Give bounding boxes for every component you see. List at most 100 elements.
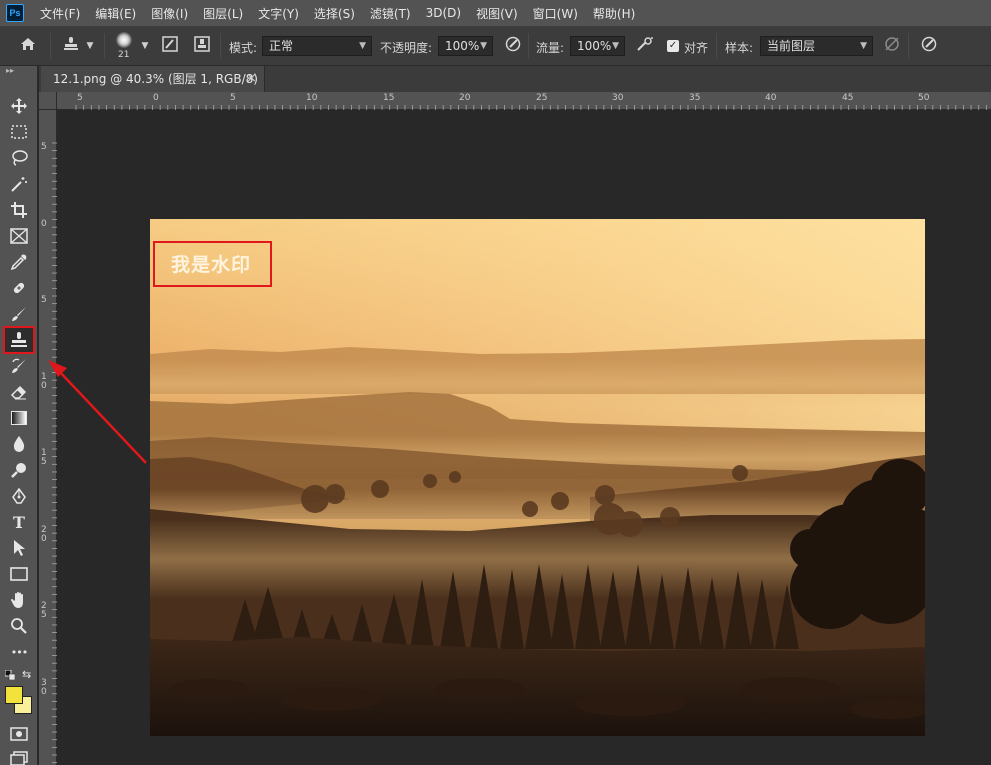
document-image[interactable] [150, 219, 925, 736]
lasso-tool[interactable] [5, 146, 33, 170]
separator [104, 33, 105, 59]
type-tool[interactable]: T [5, 510, 33, 534]
lasso-icon [12, 150, 28, 166]
pressure-size-icon[interactable] [918, 36, 940, 57]
opacity-label: 不透明度: [380, 41, 433, 55]
ruler-label: 5 [77, 93, 83, 103]
opacity-field[interactable]: 100% ▼ [438, 36, 493, 56]
dodge-tool[interactable] [5, 458, 33, 482]
move-icon [11, 98, 27, 114]
screen-mode-button[interactable] [5, 746, 33, 765]
foreground-color-swatch[interactable] [5, 686, 23, 704]
menu-edit[interactable]: 编辑(E) [95, 5, 136, 22]
menu-select[interactable]: 选择(S) [314, 5, 355, 22]
eraser-tool[interactable] [5, 380, 33, 404]
hand-tool[interactable] [5, 588, 33, 612]
aligned-checkbox[interactable]: ✓ [667, 40, 679, 52]
brush-preview-icon[interactable] [116, 32, 132, 48]
menu-layer[interactable]: 图层(L) [203, 5, 243, 22]
quick-mask-icon [10, 727, 28, 741]
ruler-label: 5 [41, 295, 47, 305]
brush-settings-icon[interactable] [159, 36, 181, 57]
clone-source-icon[interactable] [191, 36, 213, 57]
healing-brush-icon [13, 282, 25, 294]
horizontal-ruler[interactable]: 5 0 5 10 15 20 25 30 35 40 45 50 [57, 92, 991, 110]
pen-tool[interactable] [5, 484, 33, 508]
zoom-icon [11, 618, 27, 634]
frame-tool[interactable] [5, 224, 33, 248]
history-brush-icon [12, 358, 26, 373]
gradient-icon [11, 411, 27, 425]
brush-size: 21 [118, 50, 130, 60]
document-tab-bar: 12.1.png @ 40.3% (图层 1, RGB/8) × [39, 66, 991, 92]
mode-dropdown[interactable]: 正常 ▼ [262, 36, 372, 56]
eyedropper-icon [10, 254, 27, 271]
ruler-corner[interactable] [39, 92, 57, 110]
crop-tool[interactable] [5, 198, 33, 222]
swap-colors-icon[interactable]: ⇆ [22, 668, 31, 681]
chevron-down-icon[interactable]: ▼ [139, 36, 151, 56]
default-colors-icon[interactable] [4, 669, 16, 683]
ruler-label: 35 [689, 93, 701, 103]
separator [716, 33, 717, 59]
brush-tool[interactable] [5, 302, 33, 326]
chevron-down-icon: ▼ [860, 41, 867, 51]
separator [220, 33, 221, 59]
menu-file[interactable]: 文件(F) [40, 5, 80, 22]
more-tools-button[interactable]: ••• [5, 640, 33, 664]
menu-type[interactable]: 文字(Y) [258, 5, 299, 22]
rectangle-tool[interactable] [5, 562, 33, 586]
blur-tool[interactable] [5, 432, 33, 456]
ruler-label: 40 [765, 93, 777, 103]
document-tab[interactable]: 12.1.png @ 40.3% (图层 1, RGB/8) × [41, 66, 265, 92]
quick-mask-button[interactable] [5, 722, 33, 746]
opacity-value: 100% [445, 39, 480, 53]
document-tab-title: 12.1.png @ 40.3% (图层 1, RGB/8) [53, 72, 258, 86]
gradient-tool[interactable] [5, 406, 33, 430]
eraser-icon [10, 385, 27, 400]
clone-stamp-preset-icon[interactable] [60, 36, 82, 57]
ruler-label: 45 [842, 93, 854, 103]
ruler-label: 2 5 [41, 601, 47, 620]
pressure-opacity-icon[interactable] [502, 36, 524, 57]
menu-view[interactable]: 视图(V) [476, 5, 518, 22]
sample-value: 当前图层 [767, 39, 816, 53]
ruler-label: 50 [918, 93, 930, 103]
flow-label: 流量: [536, 41, 565, 55]
vertical-ruler-ticks [52, 142, 57, 764]
menu-filter[interactable]: 滤镜(T) [370, 5, 411, 22]
ruler-label: 5 [230, 93, 236, 103]
flow-field[interactable]: 100% ▼ [570, 36, 625, 56]
pen-icon [12, 487, 26, 504]
chevron-down-icon[interactable]: ▼ [84, 36, 96, 56]
ruler-label: 1 5 [41, 448, 47, 467]
crop-icon [11, 202, 27, 218]
ruler-label: 25 [536, 93, 548, 103]
ignore-adjustment-layers-icon[interactable] [881, 36, 903, 57]
menu-help[interactable]: 帮助(H) [593, 5, 635, 22]
dodge-icon [11, 463, 26, 478]
flow-value: 100% [577, 39, 612, 53]
healing-brush-tool[interactable] [5, 276, 33, 300]
panel-grip-icon[interactable]: ▸▸ [6, 66, 14, 75]
path-selection-tool[interactable] [5, 536, 33, 560]
magic-wand-tool[interactable] [5, 172, 33, 196]
menu-image[interactable]: 图像(I) [151, 5, 188, 22]
history-brush-tool[interactable] [5, 354, 33, 378]
airbrush-icon[interactable] [634, 36, 656, 57]
vertical-ruler[interactable]: 5 0 5 1 0 1 5 2 0 2 5 3 0 [39, 110, 57, 765]
more-tools-icon: ••• [10, 645, 28, 659]
sample-dropdown[interactable]: 当前图层 ▼ [760, 36, 873, 56]
move-tool[interactable] [5, 94, 33, 118]
home-icon[interactable] [17, 36, 39, 57]
magic-wand-icon [11, 177, 27, 192]
marquee-tool[interactable] [5, 120, 33, 144]
close-icon[interactable]: × [246, 66, 257, 92]
ruler-label: 5 [41, 142, 47, 152]
zoom-tool[interactable] [5, 614, 33, 638]
marquee-icon [11, 125, 27, 139]
menu-3d[interactable]: 3D(D) [426, 6, 461, 20]
clone-stamp-tool[interactable] [3, 326, 35, 354]
eyedropper-tool[interactable] [5, 250, 33, 274]
menu-window[interactable]: 窗口(W) [533, 5, 578, 22]
